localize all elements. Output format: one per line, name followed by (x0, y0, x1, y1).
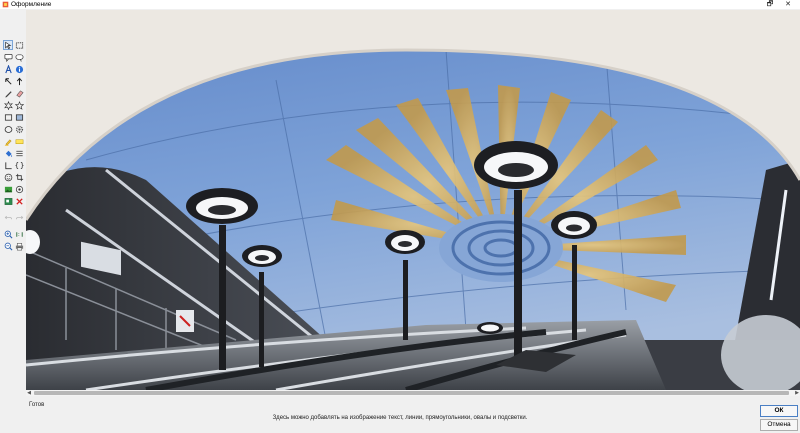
rectangle-tool[interactable] (3, 112, 13, 122)
ellipse-tool[interactable] (3, 124, 13, 134)
highlighter-tool[interactable] (3, 136, 13, 146)
zoom-in-tool[interactable] (3, 229, 13, 239)
scroll-right-icon[interactable]: ▶ (794, 390, 800, 396)
print-tool[interactable] (14, 241, 24, 251)
restore-button[interactable]: 🗗 (763, 0, 777, 9)
target-tool[interactable] (14, 184, 24, 194)
cancel-button[interactable]: Отмена (760, 419, 798, 431)
ok-button[interactable]: ОК (760, 405, 798, 417)
green-image-tool[interactable] (3, 184, 13, 194)
app-icon (2, 1, 9, 8)
image-tool[interactable] (3, 196, 13, 206)
metro-station-photo (26, 10, 800, 390)
status-bar: Готов (26, 398, 756, 410)
close-button[interactable]: ✕ (781, 0, 795, 9)
text-tool[interactable] (3, 64, 13, 74)
zoom-out-tool[interactable] (3, 241, 13, 251)
marker-tool[interactable] (14, 136, 24, 146)
starburst-tool[interactable] (3, 100, 13, 110)
gear-icon[interactable] (14, 124, 24, 134)
smiley-tool[interactable] (3, 172, 13, 182)
scrollbar-thumb[interactable] (34, 391, 789, 395)
star-tool[interactable] (14, 100, 24, 110)
delete-tool[interactable] (14, 196, 24, 206)
eraser-tool[interactable] (14, 88, 24, 98)
hint-text: Здесь можно добавлять на изображение тек… (272, 415, 528, 421)
actual-size-tool[interactable] (14, 229, 24, 239)
filled-rectangle-tool[interactable] (14, 112, 24, 122)
image-canvas[interactable] (26, 10, 800, 390)
undo-tool[interactable] (3, 212, 13, 222)
scroll-left-icon[interactable]: ◀ (26, 390, 32, 396)
arrow-left-tool[interactable] (3, 76, 13, 86)
window-title: Оформление (11, 1, 52, 8)
select-tool[interactable] (3, 40, 13, 50)
redo-tool[interactable] (14, 212, 24, 222)
angle-tool[interactable] (3, 160, 13, 170)
speech-bubble-tool[interactable] (3, 52, 13, 62)
info-icon[interactable] (14, 64, 24, 74)
fill-tool[interactable] (3, 148, 13, 158)
arrow-up-tool[interactable] (14, 76, 24, 86)
title-bar: Оформление 🗗 ✕ (0, 0, 800, 9)
brackets-tool[interactable] (14, 160, 24, 170)
drawing-toolbar (0, 36, 26, 296)
rect-select-tool[interactable] (14, 40, 24, 50)
callout-tool[interactable] (14, 52, 24, 62)
status-text: Готов (29, 402, 45, 408)
horizontal-scrollbar[interactable]: ◀ ▶ (26, 390, 800, 396)
pen-tool[interactable] (3, 88, 13, 98)
lines-tool[interactable] (14, 148, 24, 158)
crop-tool[interactable] (14, 172, 24, 182)
